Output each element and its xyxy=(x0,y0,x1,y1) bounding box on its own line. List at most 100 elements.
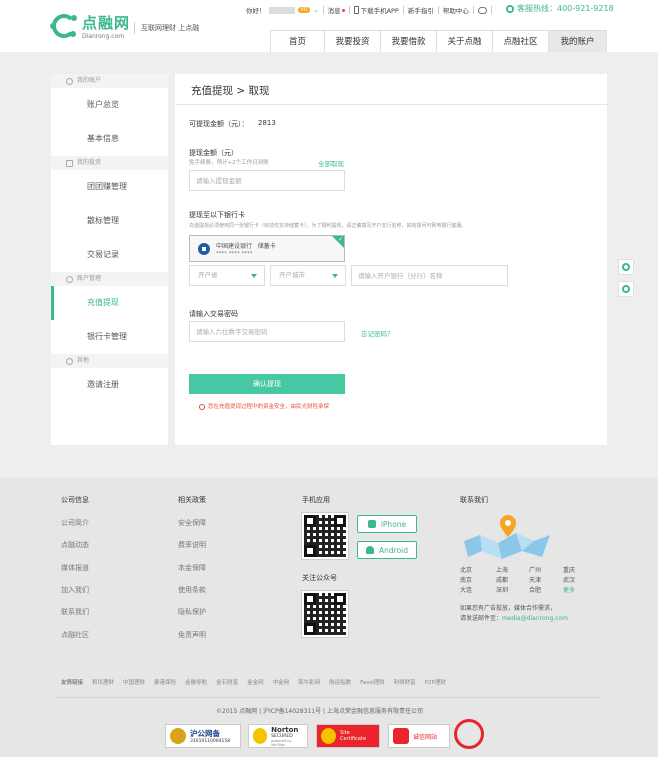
city-link[interactable]: 南京 xyxy=(460,575,472,584)
customer-service-button[interactable] xyxy=(618,259,634,275)
wechat-icon[interactable] xyxy=(477,6,487,14)
footer-link[interactable]: 安全保障 xyxy=(178,518,206,528)
friend-link[interactable]: 中国理财 xyxy=(123,678,145,686)
wechat-qr-code xyxy=(301,590,349,638)
norton-badge[interactable]: Norton SECURED powered by VeriSign xyxy=(248,724,308,748)
china-map-icon xyxy=(464,515,550,559)
city-link[interactable]: 广州 xyxy=(529,565,541,574)
footer-link[interactable]: 公司简介 xyxy=(61,518,89,528)
city-link[interactable]: 重庆 xyxy=(563,565,575,574)
footer-contact-title: 联系我们 xyxy=(460,496,488,504)
logo-name: 点融网 xyxy=(82,14,131,32)
more-icon xyxy=(66,357,73,365)
slogan: 互联网理财 上点融 xyxy=(134,22,199,34)
account-sidebar: 我的账户 账户总览 基本信息 我的投资 团团赚管理 散标管理 交易记录 账户管理… xyxy=(51,74,168,445)
sidebar-item-bank-cards[interactable]: 银行卡管理 xyxy=(51,320,168,354)
trust-site-badge[interactable]: 诚信网站 xyxy=(388,724,450,748)
city-link[interactable]: 天津 xyxy=(529,575,541,584)
user-icon xyxy=(66,77,73,85)
download-app-link[interactable]: 下载手机APP xyxy=(361,5,399,15)
footer-link[interactable]: 费率说明 xyxy=(178,540,206,550)
sidebar-item-tuantuan[interactable]: 团团赚管理 xyxy=(51,170,168,204)
sidebar-item-transactions[interactable]: 交易记录 xyxy=(51,238,168,272)
nav-home[interactable]: 首页 xyxy=(271,30,325,52)
nav-about[interactable]: 关于点融 xyxy=(437,30,493,52)
iphone-download-button[interactable]: iPhone xyxy=(357,515,417,533)
city-link[interactable]: 大连 xyxy=(460,585,472,594)
bank-logo-icon xyxy=(198,243,210,255)
province-select[interactable]: 开户省 xyxy=(189,265,265,286)
friend-link[interactable]: 菜牛影网 xyxy=(298,678,320,686)
more-cities-link[interactable]: 更多 xyxy=(563,585,575,594)
friend-link[interactable]: 和讯理财 xyxy=(92,678,114,686)
friend-link[interactable]: 金金网 xyxy=(247,678,264,686)
withdraw-all-link[interactable]: 全部取现 xyxy=(318,158,344,168)
city-link[interactable]: 北京 xyxy=(460,565,472,574)
footer-link[interactable]: 本金保障 xyxy=(178,563,206,573)
wechat-float-button[interactable] xyxy=(618,281,634,297)
guide-link[interactable]: 新手指引 xyxy=(408,5,434,15)
friend-link[interactable]: 金融导航 xyxy=(185,678,207,686)
norton-check-icon xyxy=(253,728,268,744)
red-seal-icon xyxy=(454,719,484,749)
amount-label: 提现金额（元） xyxy=(189,149,238,157)
nav-borrow[interactable]: 我要借款 xyxy=(381,30,437,52)
police-emblem-icon xyxy=(170,728,186,744)
logo-mark-icon xyxy=(50,12,78,40)
friend-link[interactable]: P2P理财 xyxy=(425,678,446,686)
copyright: ©2015 点融网 | 沪ICP备14028311号 | 上海点荣金融信息服务有… xyxy=(216,708,423,715)
friend-link[interactable]: 金石财富 xyxy=(216,678,238,686)
chevron-down-icon[interactable]: ⌄ xyxy=(313,6,318,14)
footer-link[interactable]: 免责声明 xyxy=(178,630,206,640)
messages-link[interactable]: 消息 xyxy=(328,5,341,15)
city-link[interactable]: 武汉 xyxy=(563,575,575,584)
branch-input[interactable] xyxy=(351,265,508,286)
footer-link[interactable]: 使用条款 xyxy=(178,585,206,595)
footer-link[interactable]: 隐私保护 xyxy=(178,607,206,617)
greeting: 你好！ xyxy=(246,7,266,15)
help-link[interactable]: 帮助中心 xyxy=(443,5,469,15)
site-certificate-badge[interactable]: Site Certificate xyxy=(316,724,380,748)
sidebar-item-overview[interactable]: 账户总览 xyxy=(51,88,168,122)
bank-card-option[interactable]: 中国建设银行 储蓄卡 **** **** **** ✓ xyxy=(189,235,345,262)
site-logo[interactable]: 点融网 Dianrong.com xyxy=(50,12,130,40)
footer-company-title: 公司信息 xyxy=(61,496,89,504)
footer-link[interactable]: 加入我们 xyxy=(61,585,89,595)
city-select[interactable]: 开户城市 xyxy=(270,265,346,286)
friend-link[interactable]: 航运指数 xyxy=(329,678,351,686)
trust-logo-icon xyxy=(393,728,409,744)
nav-my-account[interactable]: 我的账户 xyxy=(549,30,607,52)
headset-icon xyxy=(622,263,630,271)
sidebar-item-basic-info[interactable]: 基本信息 xyxy=(51,122,168,156)
android-download-button[interactable]: Android xyxy=(357,541,417,559)
footer-link[interactable]: 点融动态 xyxy=(61,540,89,550)
footer-link[interactable]: 媒体报道 xyxy=(61,563,89,573)
android-icon xyxy=(366,546,374,554)
sidebar-group-other: 其他 xyxy=(51,354,168,368)
trade-password-input[interactable] xyxy=(189,321,345,342)
username-masked[interactable] xyxy=(268,6,295,14)
password-label: 请输入交易密码 xyxy=(189,310,238,318)
footer-link[interactable]: 联系我们 xyxy=(61,607,89,617)
city-link[interactable]: 成都 xyxy=(496,575,508,584)
sidebar-item-recharge-withdraw[interactable]: 充值提现 xyxy=(51,286,168,320)
city-link[interactable]: 上海 xyxy=(496,565,508,574)
sidebar-item-loans[interactable]: 散标管理 xyxy=(51,204,168,238)
friend-link[interactable]: 中金网 xyxy=(273,678,290,686)
footer-link[interactable]: 点融社区 xyxy=(61,630,89,640)
sidebar-item-invite[interactable]: 邀请注册 xyxy=(51,368,168,402)
city-link[interactable]: 合肥 xyxy=(529,585,541,594)
friend-link[interactable]: Fessi理财 xyxy=(360,678,385,686)
sidebar-group-manage: 账户管理 xyxy=(51,272,168,286)
credit-seal-badge[interactable] xyxy=(454,719,490,749)
forgot-password-link[interactable]: 忘记密码？ xyxy=(361,328,394,338)
nav-invest[interactable]: 我要投资 xyxy=(325,30,381,52)
amount-input[interactable] xyxy=(189,170,345,191)
nav-community[interactable]: 点融社区 xyxy=(493,30,549,52)
friend-link[interactable]: 利得财富 xyxy=(394,678,416,686)
contact-email-link[interactable]: media@dianrong.com xyxy=(502,615,568,622)
police-record-badge[interactable]: 沪公网备 31010110004158 xyxy=(165,724,241,748)
confirm-withdraw-button[interactable]: 确认提现 xyxy=(189,374,345,394)
city-link[interactable]: 深圳 xyxy=(496,585,508,594)
friend-link[interactable]: 泰港保险 xyxy=(154,678,176,686)
